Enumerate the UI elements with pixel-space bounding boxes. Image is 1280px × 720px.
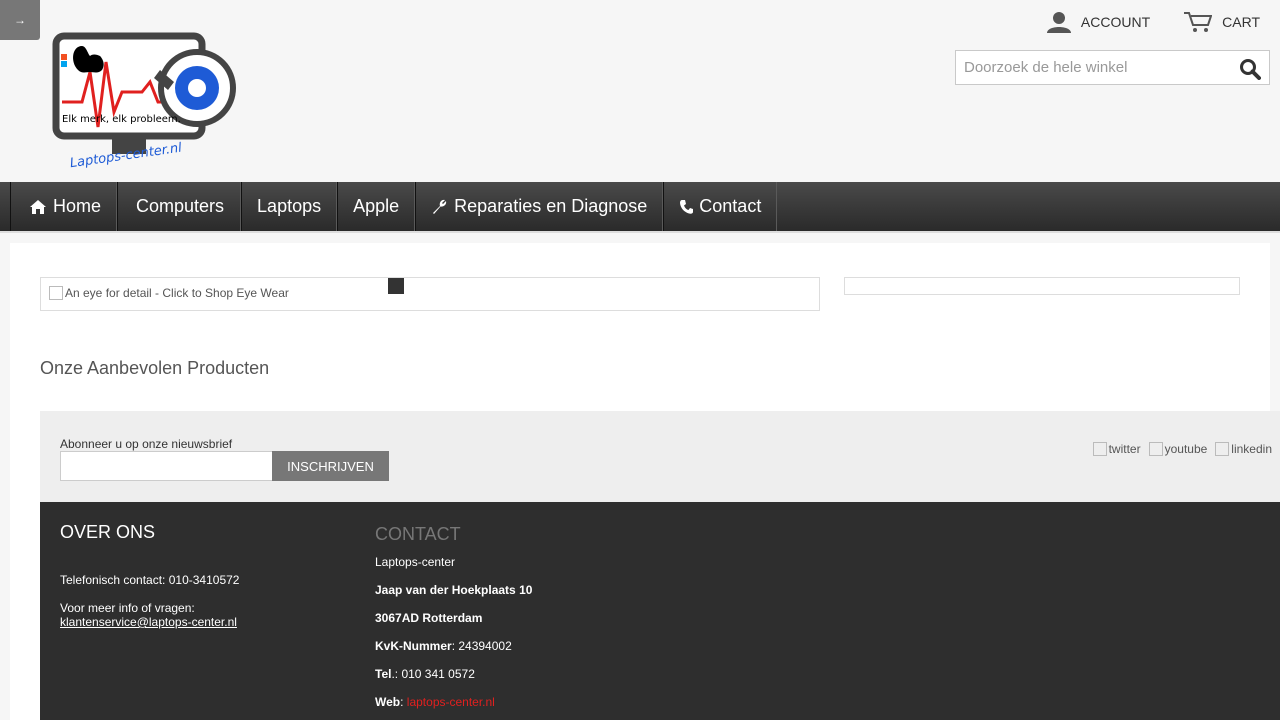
logo-graphic: Elk merk, elk probleem. Laptops-center.n… [52, 32, 236, 171]
slider-indicator[interactable] [388, 278, 404, 294]
newsletter-label: Abonneer u op onze nieuwsbrief [60, 437, 233, 451]
web-link[interactable]: laptops-center.nl [407, 695, 495, 709]
footer-contact: CONTACT Laptops-center Jaap van der Hoek… [375, 524, 775, 720]
contact-title: CONTACT [375, 524, 461, 544]
twitter-link[interactable]: twitter [1092, 442, 1141, 456]
twitter-alt: twitter [1108, 442, 1141, 456]
kvk-line: KvK-Nummer: 24394002 [375, 639, 775, 653]
newsletter-section: Abonneer u op onze nieuwsbrief INSCHRIJV… [40, 411, 1280, 502]
broken-image-icon [49, 286, 63, 300]
youtube-link[interactable]: youtube [1148, 442, 1208, 456]
site-logo[interactable]: Elk merk, elk probleem. Laptops-center.n… [52, 32, 238, 176]
city-text: 3067AD Rotterdam [375, 611, 483, 625]
user-icon [1046, 12, 1071, 33]
account-link[interactable]: ACCOUNT [1046, 11, 1151, 33]
tel-value: .: 010 341 0572 [391, 667, 475, 681]
nav-item-repairs[interactable]: Reparaties en Diagnose [415, 182, 664, 231]
city-address: 3067AD Rotterdam [375, 611, 775, 625]
nav-item-computers[interactable]: Computers [117, 182, 242, 231]
search-icon[interactable] [1239, 58, 1261, 80]
company-name: Laptops-center [375, 555, 456, 569]
subscribe-button[interactable]: INSCHRIJVEN [272, 451, 389, 481]
email-link[interactable]: klantenservice@laptops-center.nl [60, 615, 237, 629]
banner-alt-text: An eye for detail - Click to Shop Eye We… [65, 286, 289, 300]
nav-label-apple: Apple [353, 196, 400, 216]
phone-icon [680, 199, 694, 214]
nav-label-home: Home [53, 196, 102, 216]
nav-label-repairs: Reparaties en Diagnose [454, 196, 648, 216]
side-banner [844, 277, 1240, 295]
about-title: OVER ONS [60, 522, 156, 542]
info-block: Voor meer info of vragen: klantenservice… [60, 601, 350, 629]
cart-label: CART [1222, 14, 1260, 30]
nav-label-computers: Computers [136, 196, 225, 216]
nav-label-laptops: Laptops [257, 196, 322, 216]
account-label: ACCOUNT [1080, 14, 1151, 30]
side-panel-toggle[interactable]: → [0, 0, 40, 40]
main-nav: Home Computers Laptops Apple Reparaties … [0, 182, 1280, 233]
home-icon [30, 199, 46, 214]
nav-item-home[interactable]: Home [10, 182, 118, 231]
featured-products-title: Onze Aanbevolen Producten [40, 358, 270, 378]
nav-item-apple[interactable]: Apple [337, 182, 416, 231]
twitter-icon [1092, 442, 1107, 456]
tel-label: Tel [375, 667, 392, 681]
web-separator: : [400, 695, 407, 709]
youtube-icon [1148, 442, 1163, 456]
footer-about: OVER ONS Telefonisch contact: 010-341057… [60, 522, 350, 643]
linkedin-alt: linkedin [1231, 442, 1272, 456]
cart-icon [1184, 12, 1213, 32]
newsletter-email-input[interactable] [60, 451, 273, 481]
nav-label-contact: Contact [699, 196, 762, 216]
street-address: Jaap van der Hoekplaats 10 [375, 583, 775, 597]
web-label: Web [375, 695, 401, 709]
phone-contact-text: Telefonisch contact: 010-3410572 [60, 573, 240, 587]
social-links: twitter youtube linkedin [1085, 442, 1272, 456]
linkedin-link[interactable]: linkedin [1215, 442, 1272, 456]
search-input[interactable] [956, 51, 1226, 84]
tel-line: Tel.: 010 341 0572 [375, 667, 775, 681]
web-line: Web: laptops-center.nl [375, 695, 775, 709]
footer: OVER ONS Telefonisch contact: 010-341057… [40, 502, 1280, 720]
wrench-icon [433, 199, 447, 214]
search-box [955, 50, 1270, 85]
kvk-label: KvK-Nummer [375, 639, 452, 653]
nav-item-contact[interactable]: Contact [663, 182, 778, 231]
logo-tagline: Elk merk, elk probleem. [62, 114, 181, 125]
nav-item-laptops[interactable]: Laptops [241, 182, 338, 231]
youtube-alt: youtube [1164, 442, 1208, 456]
header-links: ACCOUNT CART [1046, 8, 1280, 36]
info-text: Voor meer info of vragen: [60, 601, 195, 615]
street-text: Jaap van der Hoekplaats 10 [375, 583, 533, 597]
kvk-value: : 24394002 [451, 639, 512, 653]
promo-banner[interactable]: An eye for detail - Click to Shop Eye We… [40, 277, 820, 311]
cart-link[interactable]: CART [1184, 11, 1260, 33]
banner-broken-image: An eye for detail - Click to Shop Eye We… [49, 286, 289, 300]
linkedin-icon [1215, 442, 1230, 456]
